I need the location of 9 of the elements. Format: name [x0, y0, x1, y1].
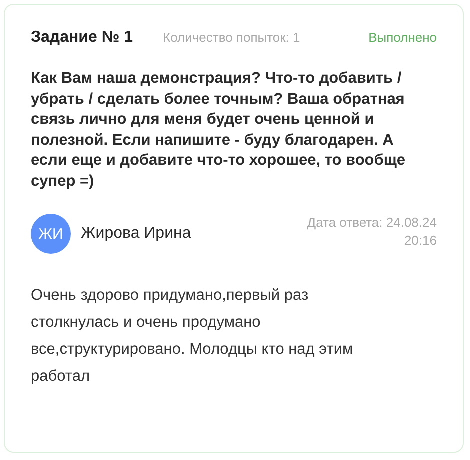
- question-text: Как Вам наша демонстрация? Что-то добавить / убрать / сделать более точным? Ваша обратная связь лично для меня будет очень ценной и полезной. Если напишите - буду благодарен. А если еще и добавите что-то хорошее, то вообще супер =): [31, 69, 407, 192]
- status-label: Выполнено: [368, 30, 437, 45]
- answer-time: 20:16: [404, 232, 437, 250]
- answer-date: Дата ответа: 24.08.24: [307, 214, 437, 232]
- author-name: Жирова Ирина: [81, 225, 192, 243]
- task-title: Задание № 1: [31, 29, 133, 47]
- avatar: ЖИ: [31, 214, 71, 254]
- answer-text: Очень здорово придумано,первый раз столкнулась и очень продумано все,структурировано. Молодцы кто над этим работал: [31, 286, 354, 387]
- attempts-count: Количество попыток: 1: [163, 30, 300, 45]
